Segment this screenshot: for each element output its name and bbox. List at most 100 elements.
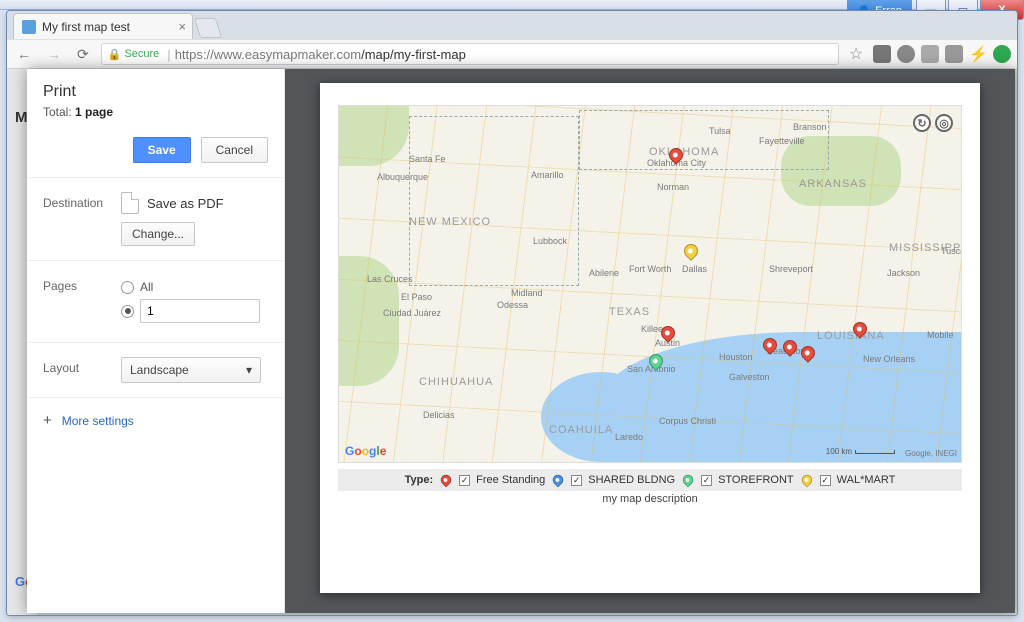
city-label: Tuscaloo — [941, 246, 962, 256]
state-label: TEXAS — [609, 306, 650, 318]
map-controls: ↻ ◎ — [913, 114, 953, 132]
tab-strip: My first map test × — [7, 11, 1017, 39]
city-label: Abilene — [589, 268, 619, 278]
city-label: Santa Fe — [409, 154, 446, 164]
legend-item-label: WAL*MART — [837, 474, 896, 486]
city-label: Fayetteville — [759, 136, 805, 146]
state-label: OKLAHOMA — [649, 146, 719, 158]
extension-icon[interactable] — [921, 45, 939, 63]
city-label: Fort Worth — [629, 264, 671, 274]
destination-value: Save as PDF — [147, 196, 224, 211]
tab-title: My first map test — [42, 20, 130, 34]
bookmark-star-icon[interactable]: ☆ — [847, 45, 865, 63]
extensions: ⚡ — [873, 45, 1011, 63]
print-total: Total: 1 page — [27, 105, 284, 131]
layout-select[interactable]: Landscape ▾ — [121, 357, 261, 383]
city-label: Norman — [657, 182, 689, 192]
cancel-button[interactable]: Cancel — [201, 137, 268, 163]
legend-checkbox: ✓ — [571, 475, 582, 486]
separator: | — [167, 47, 170, 62]
city-label: Laredo — [615, 432, 643, 442]
extension-icon[interactable] — [873, 45, 891, 63]
extension-icon[interactable] — [897, 45, 915, 63]
tab-close-icon[interactable]: × — [178, 19, 186, 34]
map-rotate-button[interactable]: ↻ — [913, 114, 931, 132]
pages-custom-input[interactable] — [140, 299, 260, 323]
legend-pin-icon — [439, 473, 454, 488]
save-button[interactable]: Save — [133, 137, 191, 163]
city-label: Las Cruces — [367, 274, 413, 284]
more-settings-label: More settings — [62, 414, 134, 428]
extension-icon[interactable] — [945, 45, 963, 63]
state-label: ARKANSAS — [799, 178, 867, 190]
extension-icon[interactable]: ⚡ — [969, 45, 987, 63]
legend-checkbox: ✓ — [701, 475, 712, 486]
legend-item-label: STOREFRONT — [718, 474, 794, 486]
print-sidebar: Print Total: 1 page Save Cancel Destinat… — [27, 69, 285, 613]
secure-badge: Secure — [108, 48, 160, 61]
city-label: Jackson — [887, 268, 920, 278]
state-label: NEW MEXICO — [409, 216, 491, 228]
legend-pin-icon — [681, 473, 696, 488]
state-label: COAHUILA — [549, 424, 613, 436]
print-preview-pane[interactable]: NEW MEXICO TEXAS OKLAHOMA ARKANSAS LOUIS… — [285, 69, 1015, 613]
chevron-down-icon: ▾ — [246, 363, 252, 377]
browser-window: My first map test × ← → ⟳ Secure | https… — [6, 10, 1018, 616]
city-label: Odessa — [497, 300, 528, 310]
plus-icon: + — [43, 412, 52, 429]
map-locate-button[interactable]: ◎ — [935, 114, 953, 132]
legend-checkbox: ✓ — [820, 475, 831, 486]
city-label: New Orleans — [863, 354, 915, 364]
url-path: /map/my-first-map — [361, 47, 466, 62]
legend-pin-icon — [551, 473, 566, 488]
more-settings-toggle[interactable]: + More settings — [27, 398, 284, 443]
state-label: LOUISIANA — [817, 330, 885, 342]
city-label: Branson — [793, 122, 827, 132]
city-label: Tulsa — [709, 126, 731, 136]
state-label: CHIHUAHUA — [419, 376, 493, 388]
change-destination-button[interactable]: Change... — [121, 222, 195, 246]
print-title: Print — [27, 69, 284, 105]
city-label: Dallas — [682, 264, 707, 274]
url-host: https://www.easymapmaker.com — [175, 47, 361, 62]
preview-page: NEW MEXICO TEXAS OKLAHOMA ARKANSAS LOUIS… — [320, 83, 980, 593]
city-label: El Paso — [401, 292, 432, 302]
extension-icon[interactable] — [993, 45, 1011, 63]
reload-button[interactable]: ⟳ — [73, 46, 93, 63]
pages-all-radio[interactable] — [121, 281, 134, 294]
toolbar: ← → ⟳ Secure | https://www.easymapmaker.… — [7, 39, 1017, 69]
legend-title: Type: — [405, 474, 434, 486]
legend-pin-icon — [799, 473, 814, 488]
city-label: Midland — [511, 288, 543, 298]
map-attribution: Google, INEGI — [905, 449, 957, 458]
total-prefix: Total: — [43, 105, 75, 119]
back-button[interactable]: ← — [13, 46, 35, 62]
address-bar[interactable]: Secure | https://www.easymapmaker.com/ma… — [101, 43, 839, 65]
secure-label: Secure — [124, 48, 159, 60]
city-label: Corpus Christi — [659, 416, 716, 426]
pages-custom-radio[interactable] — [121, 305, 134, 318]
legend-item-label: SHARED BLDNG — [588, 474, 675, 486]
city-label: Lubbock — [533, 236, 567, 246]
total-pages: 1 page — [75, 105, 113, 119]
map-legend: Type: ✓ Free Standing ✓ SHARED BLDNG ✓ S… — [338, 469, 962, 491]
legend-checkbox: ✓ — [459, 475, 470, 486]
city-label: Albuquerque — [377, 172, 428, 182]
map-description: my map description — [338, 493, 962, 505]
map-canvas: NEW MEXICO TEXAS OKLAHOMA ARKANSAS LOUIS… — [338, 105, 962, 463]
browser-tab[interactable]: My first map test × — [13, 13, 193, 39]
print-dialog: Print Total: 1 page Save Cancel Destinat… — [27, 69, 1015, 613]
city-label: Galveston — [729, 372, 770, 382]
favicon-icon — [22, 20, 36, 34]
pdf-icon — [121, 192, 139, 214]
layout-label: Layout — [43, 357, 121, 383]
legend-item-label: Free Standing — [476, 474, 545, 486]
map-scale: 100 km — [826, 447, 895, 456]
city-label: Amarillo — [531, 170, 564, 180]
new-tab-button[interactable] — [194, 18, 222, 38]
city-label: Mobile — [927, 330, 954, 340]
forward-button[interactable]: → — [43, 46, 65, 62]
city-label: Houston — [719, 352, 753, 362]
destination-label: Destination — [43, 192, 121, 246]
pages-label: Pages — [43, 275, 121, 328]
